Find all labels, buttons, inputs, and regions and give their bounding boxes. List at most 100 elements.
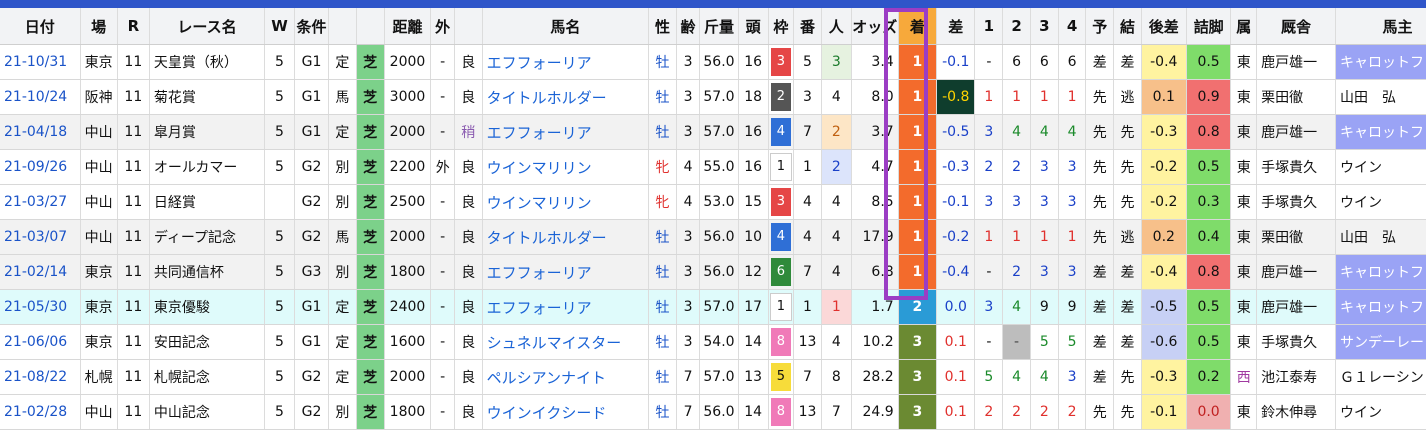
cell-date[interactable]: 21-02/28 <box>0 394 81 430</box>
col-corner-1[interactable]: 1 <box>974 8 1004 45</box>
col-belong[interactable]: 属 <box>1230 8 1258 45</box>
cell-number: 7 <box>793 254 822 290</box>
cell-horse-name[interactable]: ウインマリリン <box>482 149 650 185</box>
cell-corner-2: 2 <box>1002 149 1031 185</box>
table-row[interactable]: 21-04/18 中山 11 皐月賞 5 G1 定 芝 2000 - 稍 エフフ… <box>0 114 1426 150</box>
cell-date[interactable]: 21-05/30 <box>0 289 81 325</box>
cell-corner-3: 3 <box>1030 149 1059 185</box>
cell-horse-name[interactable]: エフフォーリア <box>482 289 650 325</box>
cell-horse-name[interactable]: エフフォーリア <box>482 44 650 80</box>
cell-finish: 3 <box>898 394 938 430</box>
col-number[interactable]: 番 <box>793 8 822 45</box>
table-row[interactable]: 21-02/28 中山 11 中山記念 5 G2 別 芝 1800 - 良 ウイ… <box>0 394 1426 430</box>
col-margin[interactable]: 差 <box>936 8 976 45</box>
col-sex[interactable]: 性 <box>648 8 677 45</box>
cell-finish: 1 <box>898 114 938 150</box>
col-odds[interactable]: オッズ <box>851 8 899 45</box>
table-row[interactable]: 21-03/27 中山 11 日経賞 G2 別 芝 2500 - 良 ウインマリ… <box>0 184 1426 220</box>
col-corner-4[interactable]: 4 <box>1058 8 1087 45</box>
col-last-diff[interactable]: 後差 <box>1141 8 1187 45</box>
col-corner-3[interactable]: 3 <box>1030 8 1059 45</box>
cell-result: 先 <box>1113 359 1142 395</box>
cell-horse-name[interactable]: タイトルホルダー <box>482 219 650 255</box>
col-age[interactable]: 齢 <box>676 8 701 45</box>
cell-date[interactable]: 21-08/22 <box>0 359 81 395</box>
cell-result: 差 <box>1113 44 1142 80</box>
cell-surface: 芝 <box>356 359 385 395</box>
col-result[interactable]: 結 <box>1113 8 1142 45</box>
cell-race-name: 天皇賞（秋） <box>149 44 266 80</box>
cell-surface: 芝 <box>356 254 385 290</box>
cell-date[interactable]: 21-02/14 <box>0 254 81 290</box>
table-row[interactable]: 21-06/06 東京 11 安田記念 5 G1 定 芝 1600 - 良 シュ… <box>0 324 1426 360</box>
col-place[interactable]: 場 <box>80 8 118 45</box>
cell-popularity: 3 <box>821 44 852 80</box>
waku-badge: 4 <box>770 118 791 146</box>
table-row[interactable]: 21-05/30 東京 11 東京優駿 5 G1 定 芝 2400 - 良 エフ… <box>0 289 1426 325</box>
cell-date[interactable]: 21-06/06 <box>0 324 81 360</box>
table-row[interactable]: 21-02/14 東京 11 共同通信杯 5 G3 別 芝 1800 - 良 エ… <box>0 254 1426 290</box>
cell-age: 3 <box>676 324 701 360</box>
cell-margin: 0.1 <box>936 324 976 360</box>
col-condition[interactable]: 条件 <box>294 8 330 45</box>
cell-waku: 8 <box>768 394 795 430</box>
cell-date[interactable]: 21-04/18 <box>0 114 81 150</box>
col-w[interactable]: W <box>264 8 295 45</box>
cell-horse-name[interactable]: シュネルマイスター <box>482 324 650 360</box>
cell-w: 5 <box>264 359 295 395</box>
cell-odds: 8.0 <box>851 79 899 115</box>
cell-horse-name[interactable]: ウインマリリン <box>482 184 650 220</box>
cell-horse-name[interactable]: ペルシアンナイト <box>482 359 650 395</box>
waku-badge: 5 <box>770 363 791 391</box>
col-weight[interactable]: 斤量 <box>699 8 739 45</box>
col-race-name[interactable]: レース名 <box>149 8 266 45</box>
cell-race-no: 11 <box>117 359 150 395</box>
cell-w: 5 <box>264 79 295 115</box>
col-corner-2[interactable]: 2 <box>1002 8 1031 45</box>
cell-grade: G1 <box>294 289 330 325</box>
cell-date[interactable]: 21-03/27 <box>0 184 81 220</box>
table-row[interactable]: 21-08/22 札幌 11 札幌記念 5 G2 定 芝 2000 - 良 ペル… <box>0 359 1426 395</box>
col-stable[interactable]: 厩舎 <box>1256 8 1337 45</box>
cell-race-no: 11 <box>117 184 150 220</box>
waku-badge: 8 <box>770 328 791 356</box>
table-row[interactable]: 21-09/26 中山 11 オールカマー 5 G2 別 芝 2200 外 良 … <box>0 149 1426 185</box>
col-horse-name[interactable]: 馬名 <box>482 8 650 45</box>
cell-horse-name[interactable]: ウインイクシード <box>482 394 650 430</box>
cell-finish: 2 <box>898 289 938 325</box>
col-prediction[interactable]: 予 <box>1085 8 1115 45</box>
cell-horse-name[interactable]: エフフォーリア <box>482 114 650 150</box>
cell-distance: 2200 <box>384 149 432 185</box>
cell-corner-4: 4 <box>1058 114 1087 150</box>
table-row[interactable]: 21-03/07 中山 11 ディープ記念 5 G2 馬 芝 2000 - 良 … <box>0 219 1426 255</box>
cell-horse-name[interactable]: エフフォーリア <box>482 254 650 290</box>
col-distance[interactable]: 距離 <box>384 8 432 45</box>
table-row[interactable]: 21-10/24 阪神 11 菊花賞 5 G1 馬 芝 3000 - 良 タイト… <box>0 79 1426 115</box>
cell-date[interactable]: 21-09/26 <box>0 149 81 185</box>
col-heads[interactable]: 頭 <box>738 8 769 45</box>
cell-owner: キャロットフ <box>1335 114 1426 150</box>
cell-place: 札幌 <box>80 359 118 395</box>
cell-race-name: 東京優駿 <box>149 289 266 325</box>
cell-weight: 56.0 <box>699 219 739 255</box>
col-race-no[interactable]: R <box>117 8 150 45</box>
col-outer[interactable]: 外 <box>430 8 455 45</box>
col-finish[interactable]: 着 <box>898 8 938 45</box>
cell-date[interactable]: 21-03/07 <box>0 219 81 255</box>
cell-odds: 4.7 <box>851 149 899 185</box>
cell-date[interactable]: 21-10/24 <box>0 79 81 115</box>
col-waku[interactable]: 枠 <box>768 8 795 45</box>
cell-date[interactable]: 21-10/31 <box>0 44 81 80</box>
cell-last-diff: -0.6 <box>1141 324 1187 360</box>
cell-corner-3: 1 <box>1030 79 1059 115</box>
table-row[interactable]: 21-10/31 東京 11 天皇賞（秋） 5 G1 定 芝 2000 - 良 … <box>0 44 1426 80</box>
cell-race-name: ディープ記念 <box>149 219 266 255</box>
col-owner[interactable]: 馬主 <box>1335 8 1426 45</box>
cell-horse-name[interactable]: タイトルホルダー <box>482 79 650 115</box>
col-date[interactable]: 日付 <box>0 8 81 45</box>
cell-margin: -0.4 <box>936 254 976 290</box>
cell-popularity: 1 <box>821 289 852 325</box>
col-popularity[interactable]: 人 <box>821 8 852 45</box>
col-closing[interactable]: 詰脚 <box>1186 8 1232 45</box>
cell-outer: - <box>430 324 455 360</box>
